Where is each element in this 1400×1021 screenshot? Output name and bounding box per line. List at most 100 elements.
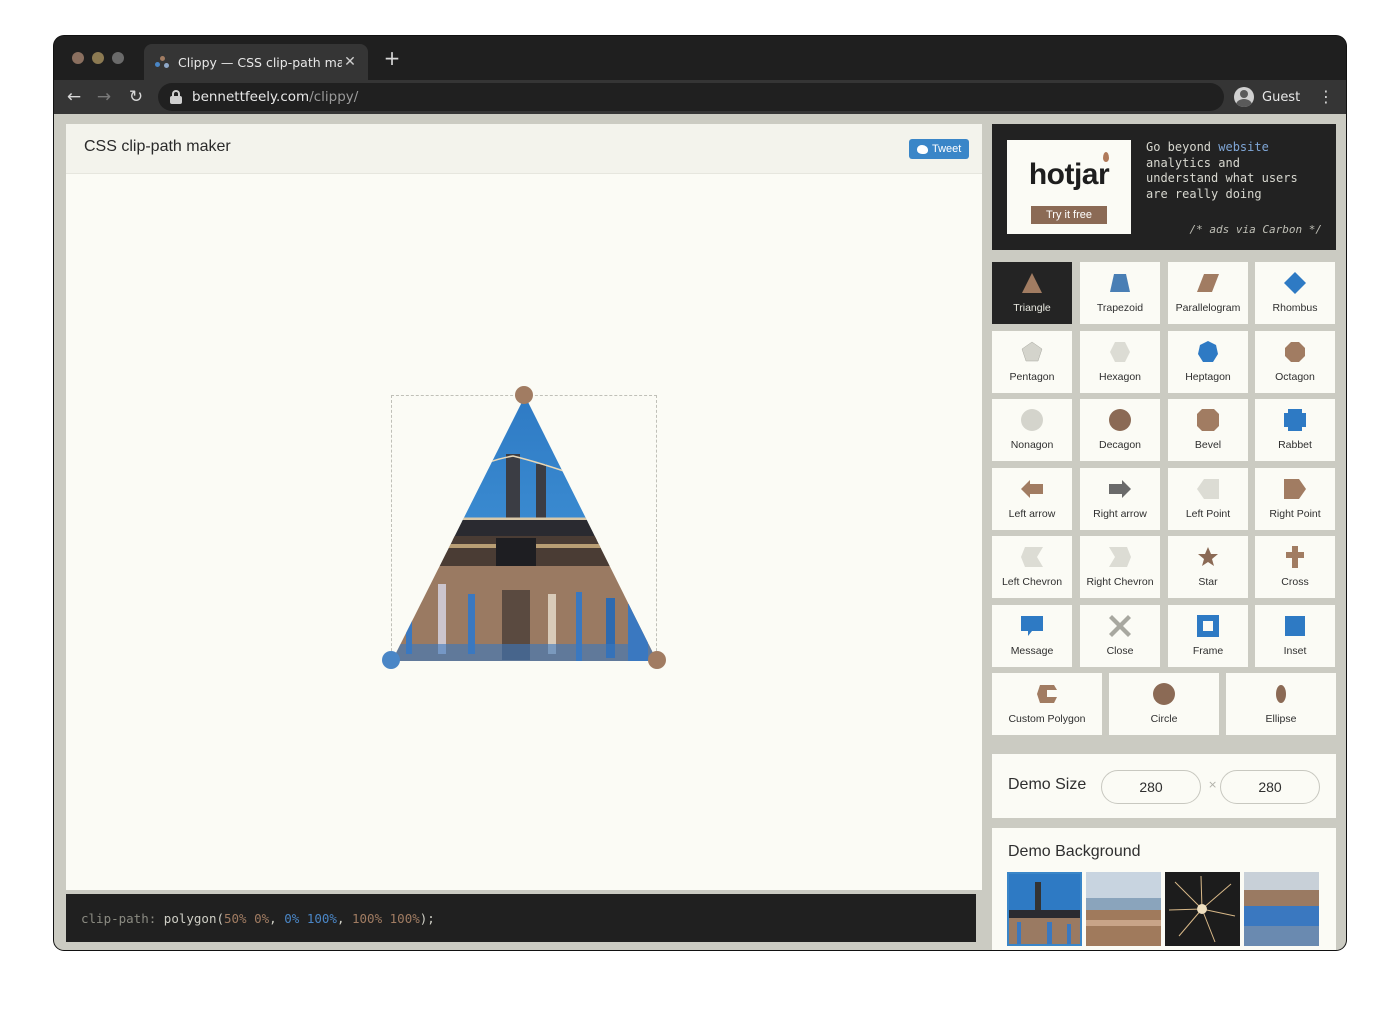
url-path: /clippy/ <box>309 89 359 105</box>
new-tab-button[interactable]: + <box>382 48 402 68</box>
polygon-handle-bottom-left[interactable] <box>382 651 400 669</box>
browser-toolbar: ← → ↻ bennettfeely.com/clippy/ Guest ⋮ <box>54 80 1346 114</box>
shape-button-circle[interactable]: Circle <box>1109 673 1219 735</box>
minimize-window-button[interactable] <box>92 52 104 64</box>
ad-copy-line3: understand what users <box>1146 171 1298 185</box>
hotjar-logo[interactable]: hotjar Try it free <box>1007 140 1131 234</box>
star-icon <box>1198 547 1218 566</box>
shape-label: Right Point <box>1269 507 1321 520</box>
demo-height-input[interactable] <box>1220 770 1320 804</box>
shape-label: Triangle <box>1013 302 1051 314</box>
shape-button-ellipse[interactable]: Ellipse <box>1226 673 1336 735</box>
code-point-2-x: 0% <box>284 910 300 926</box>
code-point-1-x: 50% <box>224 910 247 926</box>
custom-polygon-icon <box>1037 685 1057 703</box>
right-arrow-icon <box>1109 479 1131 498</box>
right-point-icon <box>1284 478 1306 499</box>
frame-icon <box>1197 614 1219 637</box>
shape-button-star[interactable]: Star <box>1168 536 1248 598</box>
shape-button-hexagon[interactable]: Hexagon <box>1080 330 1160 393</box>
browser-menu-icon[interactable]: ⋮ <box>1316 85 1336 109</box>
shape-button-right-chevron[interactable]: Right Chevron <box>1080 536 1160 598</box>
shape-button-bevel[interactable]: Bevel <box>1168 399 1248 461</box>
avatar-icon <box>1234 87 1254 107</box>
desert-landscape-thumbnail[interactable] <box>1086 872 1161 946</box>
try-it-free-button[interactable]: Try it free <box>1031 206 1107 224</box>
shape-button-octagon[interactable]: Octagon <box>1255 330 1335 393</box>
shape-label: Left arrow <box>1008 507 1056 520</box>
carbon-ad[interactable]: hotjar Try it free Go beyond website ana… <box>992 124 1336 250</box>
back-button[interactable]: ← <box>62 85 86 109</box>
code-function: polygon( <box>156 910 224 926</box>
demo-width-input[interactable] <box>1101 770 1201 804</box>
shape-label: Cross <box>1281 576 1309 588</box>
sparkler-thumbnail[interactable] <box>1165 872 1240 946</box>
shape-button-parallelogram[interactable]: Parallelogram <box>1168 262 1248 324</box>
address-bar[interactable]: bennettfeely.com/clippy/ <box>158 83 1224 111</box>
close-window-button[interactable] <box>72 52 84 64</box>
shape-button-trapezoid[interactable]: Trapezoid <box>1080 262 1160 324</box>
shape-button-cross[interactable]: Cross <box>1255 536 1335 598</box>
shape-button-rabbet[interactable]: Rabbet <box>1255 399 1335 461</box>
shape-button-pentagon[interactable]: Pentagon <box>992 330 1072 393</box>
shape-button-message[interactable]: Message <box>992 604 1072 667</box>
shape-button-left-point[interactable]: Left Point <box>1168 467 1248 530</box>
shape-label: Star <box>1198 576 1218 588</box>
nonagon-icon <box>1021 409 1043 431</box>
demo-size-panel: Demo Size × <box>992 754 1336 818</box>
browser-window: Clippy — CSS clip-path maker ✕ + ← → ↻ b… <box>54 36 1346 950</box>
shape-label: Left Chevron <box>1001 576 1063 588</box>
url-host: bennettfeely.com <box>192 89 310 105</box>
shape-label: Parallelogram <box>1175 302 1241 314</box>
bridge-night-thumbnail[interactable] <box>1007 872 1082 946</box>
inset-icon <box>1285 615 1305 636</box>
profile-button[interactable]: Guest <box>1234 84 1300 110</box>
shape-button-custom-polygon[interactable]: Custom Polygon <box>992 673 1102 735</box>
shape-label: Frame <box>1192 644 1224 657</box>
reload-button[interactable]: ↻ <box>124 85 148 109</box>
zoom-window-button[interactable] <box>112 52 124 64</box>
ellipse-icon <box>1276 685 1286 703</box>
rhombus-icon <box>1284 272 1306 294</box>
shape-button-frame[interactable]: Frame <box>1168 604 1248 667</box>
shape-label: Octagon <box>1275 370 1315 383</box>
forward-button[interactable]: → <box>92 85 116 109</box>
shape-button-close[interactable]: Close <box>1080 604 1160 667</box>
shape-button-heptagon[interactable]: Heptagon <box>1168 330 1248 393</box>
ad-copy[interactable]: Go beyond website analytics and understa… <box>1146 140 1326 202</box>
coastal-sunset-thumbnail[interactable] <box>1244 872 1319 946</box>
shape-label: Close <box>1106 644 1134 657</box>
browser-tab[interactable]: Clippy — CSS clip-path maker ✕ <box>144 44 368 80</box>
shape-button-right-arrow[interactable]: Right arrow <box>1080 467 1160 530</box>
demo-size-label: Demo Size <box>1008 776 1087 793</box>
ad-attribution[interactable]: /* ads via Carbon */ <box>1190 223 1322 236</box>
shape-button-decagon[interactable]: Decagon <box>1080 399 1160 461</box>
shape-button-left-arrow[interactable]: Left arrow <box>992 467 1072 530</box>
clippy-favicon-icon <box>154 54 170 70</box>
code-point-2-y: 100% <box>306 910 337 926</box>
polygon-handle-top[interactable] <box>515 386 533 404</box>
right-chevron-icon <box>1109 547 1131 567</box>
shape-button-inset[interactable]: Inset <box>1255 604 1335 667</box>
shape-label: Custom Polygon <box>1008 713 1086 725</box>
shape-label: Message <box>1010 644 1054 657</box>
polygon-handle-bottom-right[interactable] <box>648 651 666 669</box>
shape-label: Left Point <box>1185 507 1231 520</box>
shape-button-right-point[interactable]: Right Point <box>1255 467 1335 530</box>
left-chevron-icon <box>1021 547 1043 567</box>
code-point-3-y: 100% <box>389 910 420 926</box>
shape-button-nonagon[interactable]: Nonagon <box>992 399 1072 461</box>
shape-button-rhombus[interactable]: Rhombus <box>1255 262 1335 324</box>
left-point-icon <box>1197 478 1219 499</box>
sidebar: hotjar Try it free Go beyond website ana… <box>992 124 1336 950</box>
ad-copy-line1a: Go beyond <box>1146 140 1219 154</box>
shape-button-triangle[interactable]: Triangle <box>992 262 1072 324</box>
shape-label: Rhombus <box>1272 302 1318 314</box>
octagon-icon <box>1285 341 1305 362</box>
hexagon-icon <box>1110 341 1130 362</box>
tab-title: Clippy — CSS clip-path maker <box>178 54 342 70</box>
demo-background-label: Demo Background <box>1008 843 1141 860</box>
shape-button-left-chevron[interactable]: Left Chevron <box>992 536 1072 598</box>
tab-close-icon[interactable]: ✕ <box>342 54 358 70</box>
code-output[interactable]: clip-path: polygon(50% 0%, 0% 100%, 100%… <box>66 894 976 942</box>
